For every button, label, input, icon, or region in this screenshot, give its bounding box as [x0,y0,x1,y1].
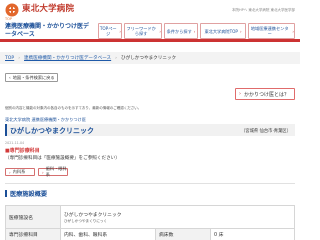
clinic-category: 東北大学病院 連携医療機関・かかりつけ医 [5,117,86,122]
site-header: TOP 東北大学病院 本院HPへ 東北大学病院 東北大学医学部 連携医療機関・か… [0,0,300,42]
section-title-text: 医療施設概要 [10,191,48,198]
back-to-search-button[interactable]: ‹ 地図・条件検索に戻る [5,73,58,82]
table-header-cell: 病床数 [155,228,211,240]
notice-text: 個別の内容と機能の対象内の各自のものを示すており、最新の情報のご確認ください。 [5,106,142,110]
breadcrumb-database-link[interactable]: 連携医療機関・かかりつけ医データベース [24,55,111,61]
nav-hospital-top-label: 東北大学病院TOP [204,28,238,34]
nav-regional-center-button[interactable]: 地域医療連携センター › [248,23,295,39]
divider [5,183,295,184]
nav-top-page-button[interactable]: TOPページ › [98,23,122,39]
facility-overview-table: 医療施設名 ひがしかつやまクリニック ひがしかつやまくりにっく 専門診療科目 内… [5,205,295,240]
table-cell: 0 床 [210,228,295,240]
facility-name: ひがしかつやまクリニック [64,212,122,218]
specialty-note: （専門診療科目は「医療施設概要」をご参照ください） [5,156,120,161]
chevron-right-icon: › [292,28,294,34]
breadcrumb-current: ひがしかつやまクリニック [121,56,177,61]
clinic-area: （宮城県 仙台市·青葉区） [241,128,291,134]
brand-title[interactable]: 東北大学病院 [22,2,74,14]
clinic-title-bar: ひがしかつやまクリニック （宮城県 仙台市·青葉区） [5,124,295,136]
table-header-cell: 専門診療科目 [5,228,61,240]
chevron-right-icon: › [193,28,196,34]
section-marker [5,190,7,197]
table-cell: ひがしかつやまクリニック ひがしかつやまくりにっく [60,205,295,229]
chevron-right-icon: › [239,91,241,97]
section-title: 医療施設概要 [5,189,47,198]
nav-freeword-button[interactable]: フリーワードから探す › [124,23,162,39]
clinic-name: ひがしかつやまクリニック [10,127,94,135]
chevron-right-icon: › [239,28,242,34]
nav-hospital-top-button[interactable]: 東北大学病院TOP › [200,23,246,39]
chevron-right-icon: › [9,169,11,175]
specialty-title: ■専門診療科目 [5,147,40,154]
site-subtitle[interactable]: 連携医療機関・かかりつけ医データベース [5,23,90,38]
chevron-right-icon: › [18,55,21,61]
specialty-tag-internal[interactable]: › 内科系 [5,168,35,176]
hospital-logo-icon[interactable] [5,3,19,17]
about-family-doctor-label: かかりつけ医とは？ [244,91,290,98]
nav-condition-button[interactable]: 条件から探す › [164,23,198,39]
chevron-right-icon: › [115,55,117,61]
back-to-search-label: 地図・条件検索に戻る [12,74,55,80]
chevron-right-icon: › [119,28,121,34]
table-header-cell: 医療施設名 [5,205,61,229]
chevron-right-icon: › [159,28,161,34]
updated-date: 2021-11-04 [5,141,25,145]
logo-caption: TOP [5,17,13,21]
specialty-tag-internal-label: 内科系 [12,169,26,174]
accent-bar [5,124,7,136]
nav-freeword-label: フリーワードから探す [126,26,156,36]
specialty-title-text: 専門診療科目 [9,148,40,154]
nav-regional-center-label: 地域医療連携センター [250,26,289,36]
table-row: 専門診療科目 内科、歯科、眼科系 病床数 0 床 [5,228,295,240]
table-cell: 内科、歯科、眼科系 [60,228,156,240]
facility-name-kana: ひがしかつやまくりにっく [64,218,108,223]
breadcrumb: TOP › 連携医療機関・かかりつけ医データベース › ひがしかつやまクリニック [0,52,300,64]
chevron-left-icon: ‹ [9,75,11,80]
table-row: 医療施設名 ひがしかつやまクリニック ひがしかつやまくりにっく [5,205,295,229]
specialty-tag-dental[interactable]: › 歯科・眼科系 [38,166,68,177]
nav-top-label: TOPページ [99,26,117,36]
chevron-right-icon: › [42,169,44,175]
specialty-tag-dental-label: 歯科・眼科系 [45,166,67,177]
header-utility-links[interactable]: 本院HPへ 東北大学病院 東北大学医学部 [232,8,295,13]
breadcrumb-top-link[interactable]: TOP [5,56,14,61]
nav-condition-label: 条件から探す [166,28,192,34]
about-family-doctor-button[interactable]: › かかりつけ医とは？ [235,88,295,100]
